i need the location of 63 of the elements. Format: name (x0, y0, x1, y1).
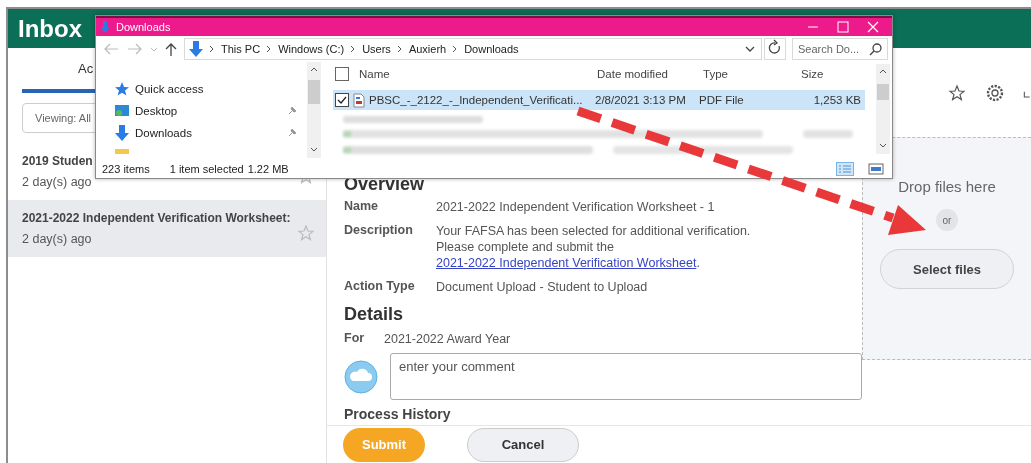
star-icon[interactable] (947, 82, 967, 103)
column-header[interactable]: Type (703, 68, 795, 80)
section-heading: Process History (344, 406, 452, 422)
page-title: Inbox (18, 14, 82, 43)
field-label: Description (344, 223, 414, 239)
pdf-file-icon (353, 92, 365, 108)
breadcrumb-item[interactable]: Downloads (464, 43, 519, 55)
item-count: 223 items (102, 163, 150, 175)
item-title: 2021-2022 Independent Verification Worksheet: (22, 211, 292, 225)
item-age: 2 day(s) ago (22, 232, 93, 246)
file-name: PBSC_-_2122_-_Independent_Verificati... (369, 94, 584, 106)
search-icon[interactable] (869, 42, 883, 56)
breadcrumb-item[interactable]: Users (362, 43, 391, 55)
breadcrumb-item[interactable]: This PC (221, 43, 261, 55)
breadcrumb-item[interactable]: Windows (C:) (278, 43, 345, 55)
star-icon (114, 80, 130, 97)
scrollbar[interactable] (876, 64, 890, 154)
selection-size: 1.22 MB (247, 163, 289, 175)
inbox-item[interactable]: 2021-2022 Independent Verification Worksheet: 2 day(s) ago (8, 200, 326, 257)
column-header[interactable]: Size (801, 68, 867, 80)
file-size: 1,253 KB (812, 94, 861, 106)
selection-info: 1 item selected (169, 163, 244, 175)
item-age: 2 day(s) ago (22, 175, 93, 189)
checkbox[interactable] (335, 93, 349, 107)
or-badge: or (936, 209, 958, 231)
star-icon[interactable] (298, 224, 314, 241)
file-type: PDF File (699, 94, 745, 106)
nav-item[interactable]: Quick access (102, 80, 307, 97)
drop-zone[interactable]: Drop files here or Select files (862, 137, 1031, 360)
field-value: Your FAFSA has been selected for additional verification. Please complete and submit the 2021-2022 Independent Verification Worksheet. (436, 223, 752, 271)
scrollbar[interactable] (307, 62, 321, 158)
folder-icon (114, 148, 130, 154)
window-title: Downloads (116, 21, 172, 33)
download-arrow-icon (100, 21, 110, 33)
field-label: Name (344, 199, 380, 215)
download-arrow-icon (189, 41, 203, 57)
search-field[interactable]: Search Do... (792, 38, 888, 60)
download-icon (114, 124, 130, 141)
field-value: Document Upload - Student to Upload (436, 279, 649, 295)
field-label: Action Type (344, 279, 416, 295)
file-date: 2/8/2021 3:13 PM (595, 94, 687, 106)
preview-view-icon[interactable] (868, 162, 884, 176)
field-label: For (344, 331, 366, 347)
item-title: 2019 Studen (22, 154, 94, 168)
field-value: 2021-2022 Award Year (384, 331, 511, 347)
comment-field[interactable]: enter your comment (390, 353, 862, 400)
breadcrumb-item[interactable]: Auxierh (408, 43, 447, 55)
field-value: 2021-2022 Independent Verification Worksheet - 1 (436, 199, 716, 215)
nav-item[interactable]: Downloads (102, 124, 307, 141)
section-heading: Overview (344, 173, 426, 195)
file-row[interactable]: PBSC_-_2122_-_Independent_Verificati... 2/8/2021 3:13 PM PDF File 1,253 KB (333, 90, 865, 110)
select-files-button[interactable]: Select files (880, 249, 1014, 289)
section-heading: Details (344, 303, 405, 325)
nav-item[interactable]: Desktop (102, 102, 307, 119)
address-bar[interactable]: This PC Windows (C:) Users Auxierh Downloads (184, 38, 762, 60)
column-header[interactable]: Date modified (597, 68, 697, 80)
checkbox[interactable] (335, 67, 349, 81)
desktop-icon (114, 102, 130, 119)
cancel-button[interactable]: Cancel (467, 427, 579, 462)
settings-icon[interactable] (985, 82, 1005, 103)
drop-prompt: Drop files here (898, 178, 996, 195)
avatar-cloud-icon (344, 359, 378, 394)
column-header[interactable]: Name (359, 68, 591, 80)
